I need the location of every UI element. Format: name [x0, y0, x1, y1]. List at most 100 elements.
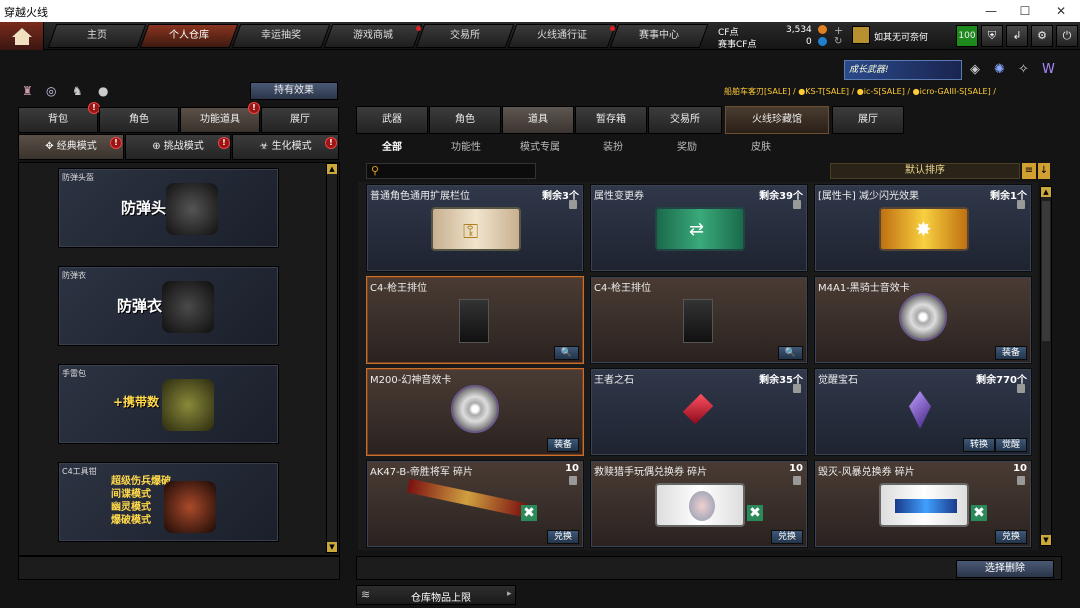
subtab-skins[interactable]: 皮肤	[744, 138, 778, 154]
grenade-icon[interactable]: ●	[98, 84, 108, 98]
tab-collection[interactable]: 火线珍藏馆	[725, 106, 829, 134]
search-input[interactable]: ⚲	[366, 163, 536, 179]
right-scrollbar[interactable]: ▲ ▼	[1040, 186, 1052, 546]
redeem-button[interactable]: 兑换	[994, 530, 1027, 544]
item-card[interactable]: M4A1-黑骑士音效卡 装备	[814, 276, 1032, 364]
disc-icon	[451, 385, 499, 433]
tab-showroom[interactable]: 展厅	[832, 106, 904, 134]
return-icon[interactable]: ↲	[1006, 25, 1028, 47]
left-scrollbar[interactable]: ▲ ▼	[326, 163, 338, 553]
weapon-icon	[895, 499, 957, 513]
growth-weapon-banner[interactable]: 成长武器!	[844, 60, 962, 80]
redeem-button[interactable]: 兑换	[770, 530, 803, 544]
mode-zombie[interactable]: ☣ 生化模式	[232, 134, 339, 160]
mode-classic[interactable]: ✥ 经典模式	[18, 134, 124, 160]
notification-dot	[416, 26, 421, 31]
left-tab-showroom[interactable]: 展厅	[261, 107, 339, 133]
item-card-grenade-pack[interactable]: 手雷包 +携带数	[58, 364, 279, 444]
gear-icon[interactable]: ⚙	[1031, 25, 1053, 47]
item-card[interactable]: C4-枪王排位 🔍	[366, 276, 584, 364]
equip-button[interactable]: 装备	[546, 438, 579, 452]
subtab-dress[interactable]: 装扮	[596, 138, 630, 154]
scroll-down-arrow[interactable]: ▼	[1041, 535, 1051, 545]
disc-icon	[899, 293, 947, 341]
item-card[interactable]: C4-枪王排位 🔍	[590, 276, 808, 364]
left-tab-character[interactable]: 角色	[99, 107, 179, 133]
left-footer-bar	[18, 556, 340, 580]
lock-icon	[1017, 476, 1025, 485]
lock-icon	[1017, 384, 1025, 393]
maximize-button[interactable]: ☐	[1008, 0, 1042, 22]
item-card[interactable]: 王者之石 剩余35个	[590, 368, 808, 456]
select-delete-button[interactable]: 选择删除	[956, 560, 1054, 578]
tab-exchange[interactable]: 交易所	[648, 106, 722, 134]
user-name[interactable]: 如其无可奈何	[874, 30, 928, 43]
scroll-down-arrow[interactable]: ▼	[327, 542, 337, 552]
item-card[interactable]: 救赎猎手玩偶兑换券 碎片 10 ✖ 兑换	[590, 460, 808, 548]
figure-icon[interactable]: ♞	[72, 84, 83, 98]
subtab-mode-exclusive[interactable]: 模式专属	[514, 138, 566, 154]
power-icon[interactable]: ⏻	[1056, 25, 1078, 47]
redeem-button[interactable]: 兑换	[546, 530, 579, 544]
item-card[interactable]: [属性卡] 减少闪光效果 剩余1个 ✸	[814, 184, 1032, 272]
stats-icon[interactable]: ♜	[22, 84, 33, 98]
nav-tab-home[interactable]: 主页	[47, 24, 147, 48]
nav-tab-shop[interactable]: 游戏商城	[323, 24, 423, 48]
fragment-swap-icon: ✖	[747, 505, 763, 521]
nav-tab-events[interactable]: 赛事中心	[609, 24, 709, 48]
scroll-thumb[interactable]	[1042, 201, 1050, 341]
close-button[interactable]: ✕	[1044, 0, 1078, 22]
subtab-functional[interactable]: 功能性	[444, 138, 488, 154]
gem-icon[interactable]: ✧	[1018, 62, 1029, 77]
item-card[interactable]: 毁灭-风暴兑换券 碎片 10 ✖ 兑换	[814, 460, 1032, 548]
warning-badge: !	[248, 102, 260, 114]
minimize-button[interactable]: —	[974, 0, 1008, 22]
item-card[interactable]: 普通角色通用扩展栏位 剩余3个 ⚿	[366, 184, 584, 272]
list-view-icon[interactable]: ≡	[1022, 163, 1036, 179]
item-card[interactable]: 属性变更券 剩余39个 ⇄	[590, 184, 808, 272]
wings-icon[interactable]: W	[1042, 62, 1055, 77]
nav-tab-pass[interactable]: 火线通行证	[507, 24, 617, 48]
subtab-all[interactable]: 全部	[372, 138, 412, 154]
equip-button[interactable]: 装备	[994, 346, 1027, 360]
sort-direction-icon[interactable]: ↓	[1038, 163, 1050, 179]
ruby-icon	[682, 393, 714, 425]
sort-dropdown[interactable]: 默认排序	[830, 163, 1020, 179]
warehouse-limit-label: 仓库物品上限	[411, 593, 471, 604]
warehouse-limit-bar[interactable]: ≋ 仓库物品上限 ▸	[356, 585, 516, 605]
convert-button[interactable]: 转换	[962, 438, 995, 452]
item-card-helmet[interactable]: 防弹头盔 防弹头盔	[58, 168, 279, 248]
left-tab-bag[interactable]: 背包	[18, 107, 98, 133]
item-card-vest[interactable]: 防弹衣 防弹衣	[58, 266, 279, 346]
item-card[interactable]: M200-幻神音效卡 装备	[366, 368, 584, 456]
tab-weapon[interactable]: 武器	[356, 106, 428, 134]
inspect-button[interactable]: 🔍	[553, 346, 579, 360]
target-icon[interactable]: ◎	[46, 84, 56, 98]
subtab-rewards[interactable]: 奖励	[670, 138, 704, 154]
item-card[interactable]: AK47-B-帝胜将军 碎片 10 ✖ 兑换	[366, 460, 584, 548]
tab-items[interactable]: 道具	[502, 106, 574, 134]
globe-icon[interactable]: ✺	[994, 62, 1005, 77]
shield-icon[interactable]: ⛨	[981, 25, 1003, 47]
helmet-icon[interactable]: ◈	[970, 62, 980, 77]
have-effect-button[interactable]: 持有效果	[250, 82, 338, 100]
sale-ticker: 船舶车客刃[SALE] / ●KS-T[SALE] / ●ic-S[SALE] …	[724, 87, 996, 96]
event-coin-icon	[818, 37, 827, 46]
search-icon: ⚲	[371, 164, 380, 177]
home-button[interactable]	[0, 22, 44, 50]
awaken-gem-icon	[909, 391, 931, 429]
item-card[interactable]: 觉醒宝石 剩余770个 转换 觉醒	[814, 368, 1032, 456]
awaken-button[interactable]: 觉醒	[994, 438, 1027, 452]
scroll-up-arrow[interactable]: ▲	[327, 164, 337, 174]
refresh-icon[interactable]: ↻	[834, 36, 842, 47]
tab-character[interactable]: 角色	[429, 106, 501, 134]
key-icon: ⚿	[463, 219, 479, 243]
mode-challenge[interactable]: ⊕ 挑战模式	[125, 134, 231, 160]
nav-tab-lottery[interactable]: 幸运抽奖	[231, 24, 331, 48]
nav-tab-warehouse[interactable]: 个人仓库	[139, 24, 239, 48]
nav-tab-exchange[interactable]: 交易所	[415, 24, 515, 48]
inspect-button[interactable]: 🔍	[777, 346, 803, 360]
item-card-c4-pliers[interactable]: C4工具钳 超级伤兵爆破 间谍模式 幽灵模式 爆破模式	[58, 462, 279, 542]
scroll-up-arrow[interactable]: ▲	[1041, 187, 1051, 197]
tab-storage[interactable]: 暂存箱	[575, 106, 647, 134]
